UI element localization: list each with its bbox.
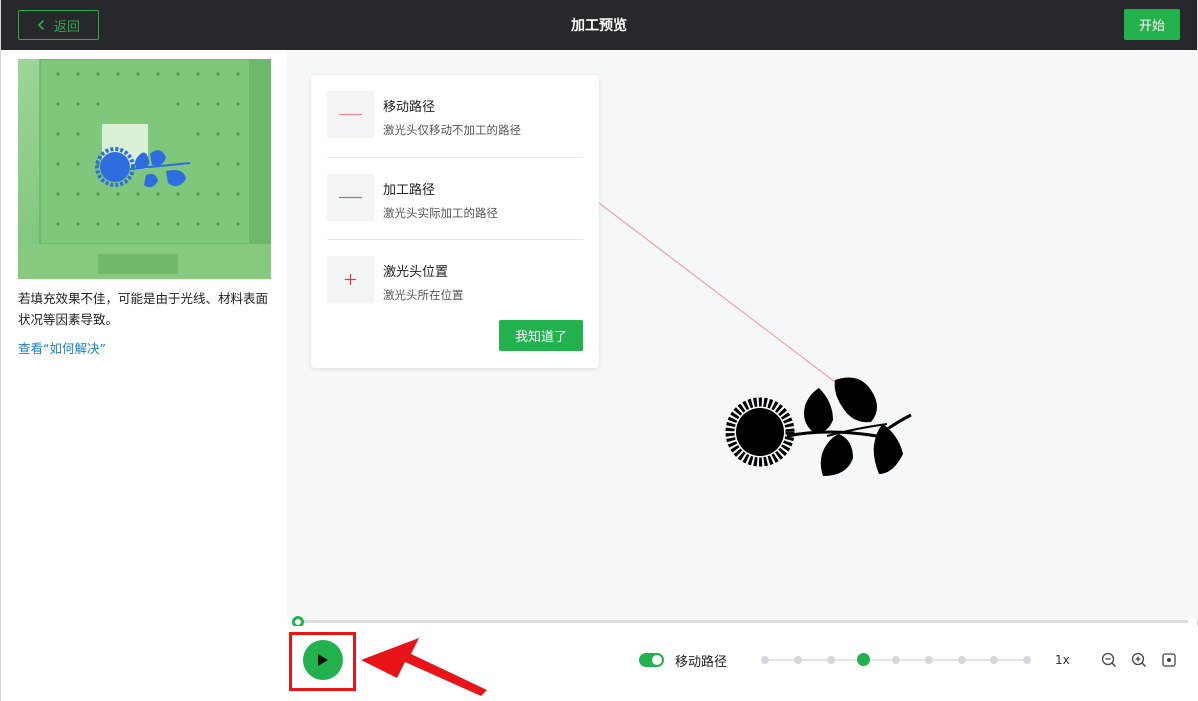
speed-step-dot[interactable] bbox=[957, 656, 966, 664]
move-path-toggle[interactable] bbox=[639, 653, 664, 667]
annotation-arrow-icon bbox=[361, 638, 487, 696]
move-path-line-icon bbox=[327, 91, 374, 138]
speed-step-dot[interactable] bbox=[761, 656, 769, 664]
speed-label: 1x bbox=[1055, 653, 1070, 667]
camera-preview-image bbox=[18, 59, 271, 279]
legend-desc: 激光头所在位置 bbox=[383, 288, 464, 302]
page-title: 加工预览 bbox=[571, 18, 627, 34]
process-path-line-icon bbox=[327, 174, 374, 221]
speed-step-dot[interactable] bbox=[793, 656, 802, 664]
speed-step-dot[interactable] bbox=[826, 656, 835, 664]
legend-item-process-path: 加工路径 激光头实际加工的路径 bbox=[327, 157, 583, 239]
speed-step-dot[interactable] bbox=[892, 656, 900, 664]
top-bar: 返回 加工预览 开始 bbox=[1, 0, 1197, 50]
fit-view-icon[interactable] bbox=[1161, 652, 1177, 668]
laser-crosshair-icon bbox=[327, 256, 374, 303]
speed-step-dot[interactable] bbox=[924, 656, 933, 664]
zoom-in-icon[interactable] bbox=[1131, 652, 1147, 668]
playback-progress-track[interactable] bbox=[297, 620, 1188, 623]
legend-item-laser-position: 激光头位置 激光头所在位置 bbox=[327, 239, 583, 321]
speed-step-dot[interactable] bbox=[990, 656, 999, 664]
path-legend-panel: 移动路径 激光头仅移动不加工的路径 加工路径 激光头实际加工的路径 激光头位置 … bbox=[311, 75, 599, 368]
how-to-solve-link[interactable]: 查看“如何解决” bbox=[18, 338, 106, 357]
left-panel: 若填充效果不佳，可能是由于光线、材料表面状况等因素导致。 查看“如何解决” bbox=[1, 50, 287, 701]
legend-title: 移动路径 bbox=[383, 100, 436, 115]
flower-processing-path bbox=[725, 377, 912, 476]
speed-step-dot[interactable] bbox=[1023, 656, 1031, 664]
legend-title: 激光头位置 bbox=[383, 265, 449, 280]
legend-item-move-path: 移动路径 激光头仅移动不加工的路径 bbox=[327, 75, 583, 157]
play-button[interactable] bbox=[303, 640, 343, 680]
speed-step-dot[interactable] bbox=[856, 653, 870, 666]
play-icon bbox=[318, 654, 328, 666]
fill-quality-hint: 若填充效果不佳，可能是由于光线、材料表面状况等因素导致。 bbox=[18, 291, 269, 327]
move-path-line bbox=[598, 202, 836, 383]
move-path-toggle-label: 移动路径 bbox=[675, 655, 728, 670]
zoom-out-icon[interactable] bbox=[1101, 652, 1117, 668]
legend-desc: 激光头仅移动不加工的路径 bbox=[383, 123, 521, 137]
legend-desc: 激光头实际加工的路径 bbox=[383, 206, 498, 220]
start-button[interactable]: 开始 bbox=[1124, 9, 1180, 40]
playback-controls: 移动路径 1x bbox=[287, 626, 1198, 701]
preview-canvas[interactable]: 移动路径 激光头仅移动不加工的路径 加工路径 激光头实际加工的路径 激光头位置 … bbox=[287, 50, 1198, 619]
app-window: 返回 加工预览 开始 若填充效果不佳，可能是由于光线、材料表面状况等因素导致。 … bbox=[0, 0, 1198, 701]
acknowledge-button[interactable]: 我知道了 bbox=[499, 320, 583, 351]
legend-title: 加工路径 bbox=[383, 183, 436, 198]
